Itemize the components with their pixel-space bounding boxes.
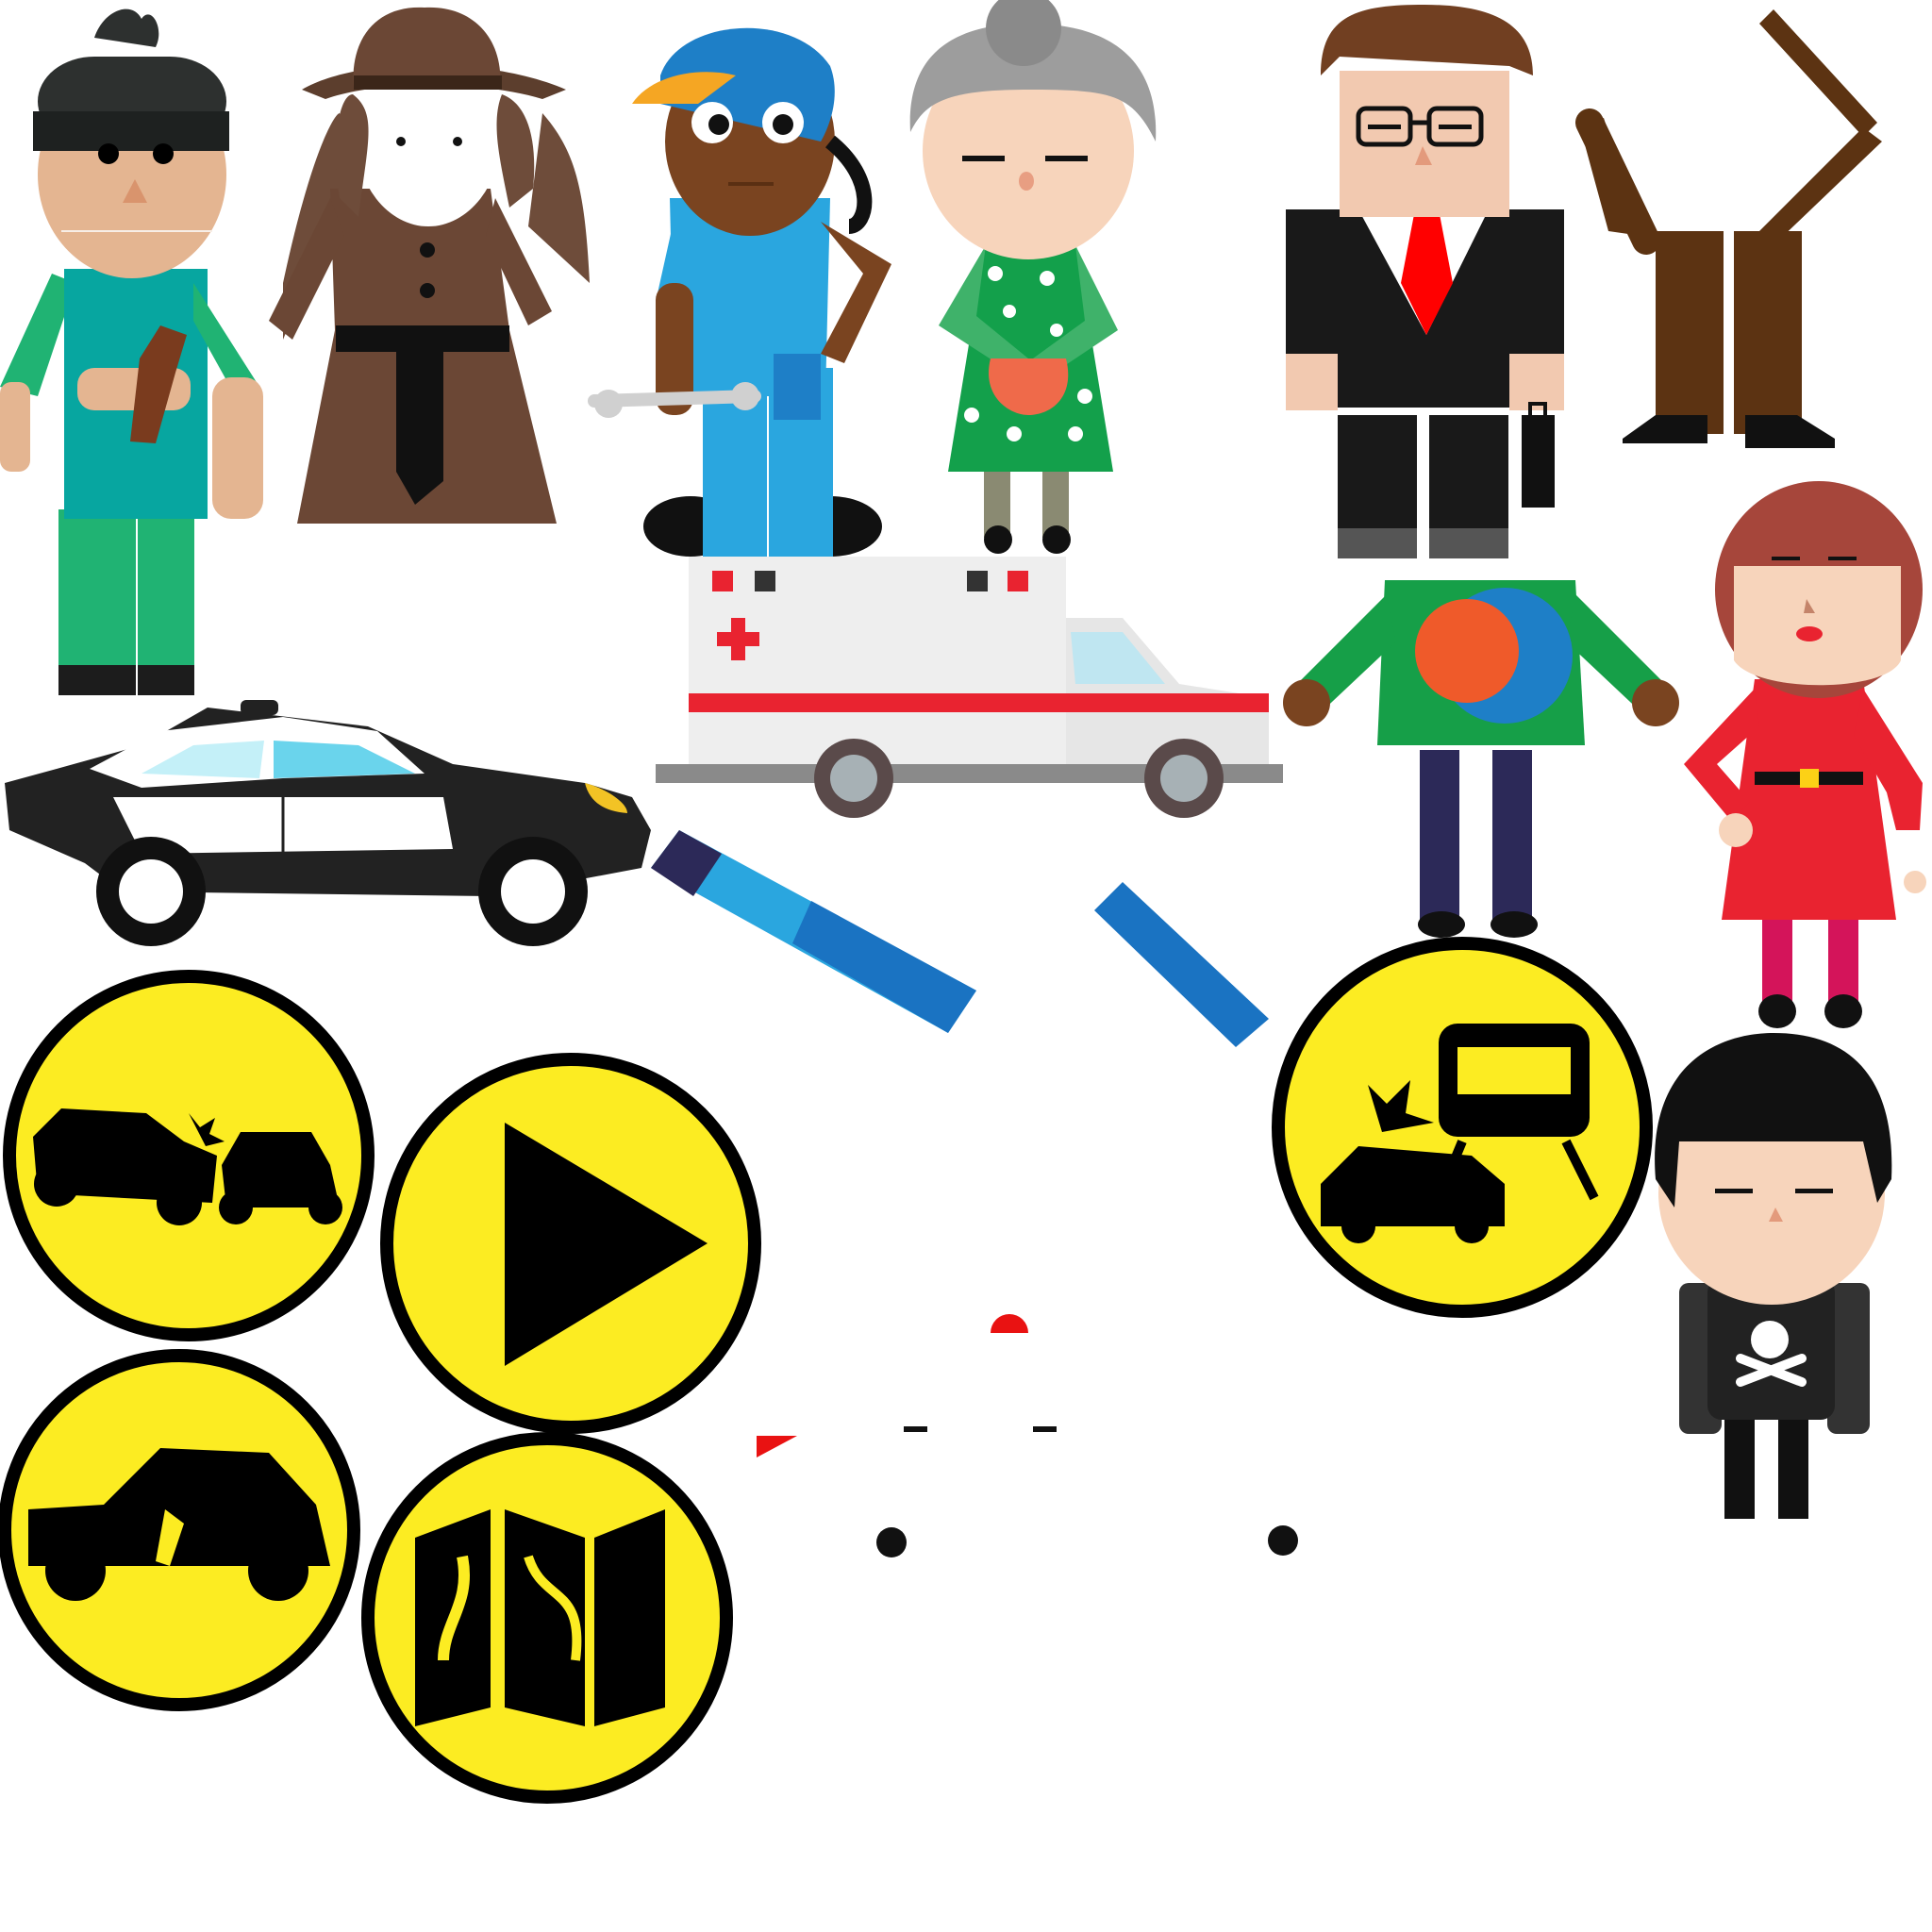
businessman-sprite <box>1286 5 1564 558</box>
drunk-man-sprite <box>0 8 263 695</box>
folded-map-icon <box>415 1509 665 1726</box>
legs-arms-sprite <box>1575 9 1882 448</box>
police-car-sprite <box>5 700 651 946</box>
green-shirt-man-sprite <box>1283 580 1679 938</box>
red-dress-woman-sprite <box>1684 481 1926 1028</box>
goth-kid-sprite <box>1655 1033 1892 1519</box>
baton-left <box>651 830 976 1033</box>
decor-marks <box>757 1314 1298 1557</box>
map-button[interactable] <box>361 1432 733 1804</box>
mechanic-sprite <box>588 27 891 557</box>
sprite-sheet <box>0 0 1926 1804</box>
grandmother-sprite <box>909 0 1157 554</box>
play-button[interactable] <box>380 1053 761 1434</box>
car-crash-button[interactable] <box>3 970 375 1341</box>
ambulance-sprite <box>656 557 1283 818</box>
detective-sprite <box>269 7 590 524</box>
train-crash-button[interactable] <box>1272 937 1653 1318</box>
drunk-driving-button[interactable] <box>0 1349 360 1711</box>
baton-right <box>1094 882 1269 1047</box>
